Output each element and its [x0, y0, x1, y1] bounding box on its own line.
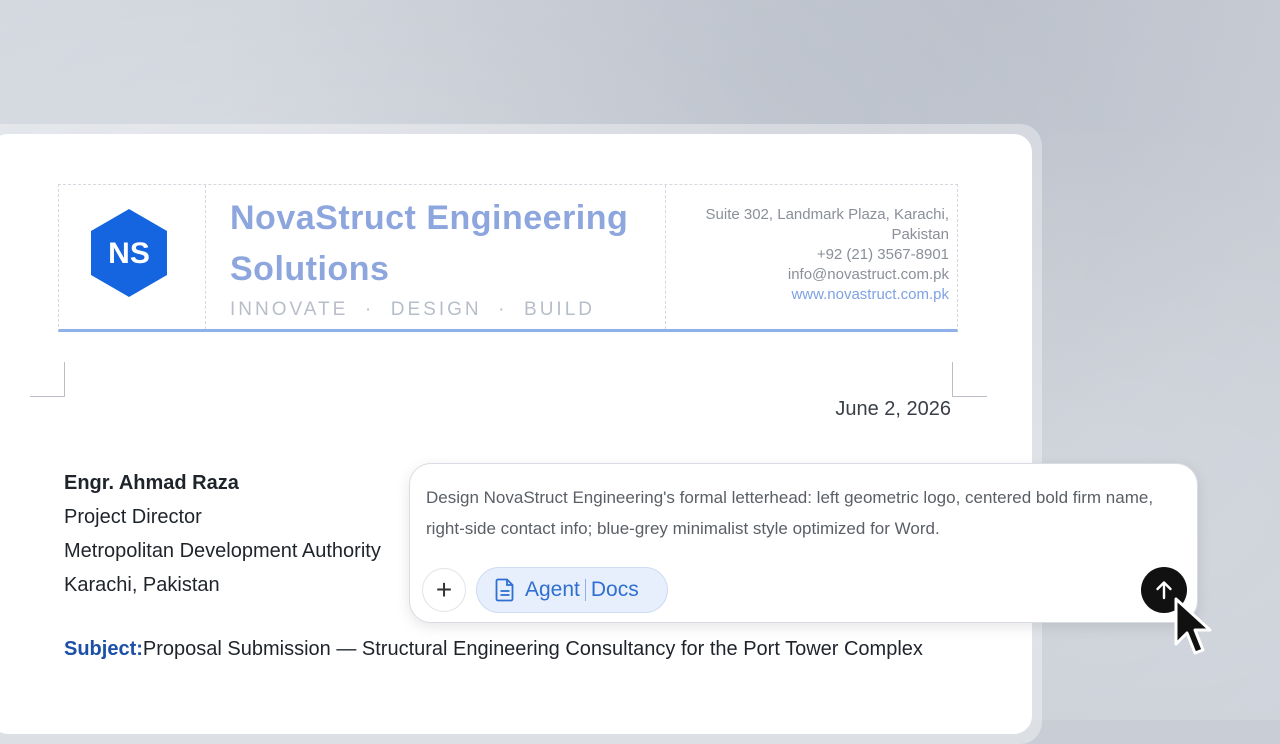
add-attachment-button[interactable]: +	[422, 568, 466, 612]
firm-name-line1: NovaStruct Engineering	[230, 199, 629, 237]
mode-agent-label: Agent	[525, 578, 580, 601]
margin-crop-mark-left	[30, 362, 65, 397]
recipient-name: Engr. Ahmad Raza	[64, 472, 239, 494]
letterhead-logo-cell[interactable]: NS	[59, 185, 206, 329]
recipient-title: Project Director	[64, 506, 202, 528]
firm-name: NovaStruct Engineering Solutions	[230, 193, 665, 295]
document-icon	[495, 578, 514, 602]
recipient-city: Karachi, Pakistan	[64, 574, 220, 596]
website-link[interactable]: www.novastruct.com.pk	[674, 285, 949, 305]
letterhead-name-cell[interactable]: NovaStruct Engineering Solutions INNOVAT…	[206, 185, 666, 329]
subject-text: Proposal Submission — Structural Enginee…	[142, 638, 923, 660]
email: info@novastruct.com.pk	[787, 266, 949, 283]
letterhead-contact-cell[interactable]: Suite 302, Landmark Plaza, Karachi, Paki…	[666, 185, 957, 329]
firm-name-line2: Solutions	[230, 250, 390, 288]
subject-label: Subject:	[64, 638, 143, 660]
prompt-input[interactable]: Design NovaStruct Engineering's formal l…	[426, 482, 1176, 544]
mode-separator	[584, 579, 586, 601]
subject-line: Subject:Proposal Submission — Structural…	[64, 634, 944, 665]
letterhead-table[interactable]: NS NovaStruct Engineering Solutions INNO…	[58, 184, 958, 332]
logo-initials: NS	[108, 237, 150, 270]
phone: +92 (21) 3567-8901	[816, 246, 949, 263]
address-line2: Pakistan	[891, 226, 949, 243]
plus-icon: +	[435, 574, 453, 605]
address-line1: Suite 302, Landmark Plaza, Karachi,	[705, 206, 949, 223]
recipient-block: Engr. Ahmad Raza Project Director Metrop…	[64, 466, 381, 602]
mode-docs-label: Docs	[590, 578, 639, 601]
hexagon-logo-icon: NS	[91, 209, 167, 297]
mouse-pointer-icon	[1174, 597, 1212, 655]
tagline: INNOVATE · DESIGN · BUILD	[230, 299, 595, 320]
margin-crop-mark-right	[952, 362, 987, 397]
letter-date: June 2, 2026	[835, 398, 951, 420]
document-page[interactable]: NS NovaStruct Engineering Solutions INNO…	[0, 134, 1032, 734]
agent-mode-pill[interactable]: Agent Docs	[476, 567, 668, 613]
recipient-org: Metropolitan Development Authority	[64, 540, 381, 562]
prompt-box[interactable]: Design NovaStruct Engineering's formal l…	[409, 463, 1198, 623]
